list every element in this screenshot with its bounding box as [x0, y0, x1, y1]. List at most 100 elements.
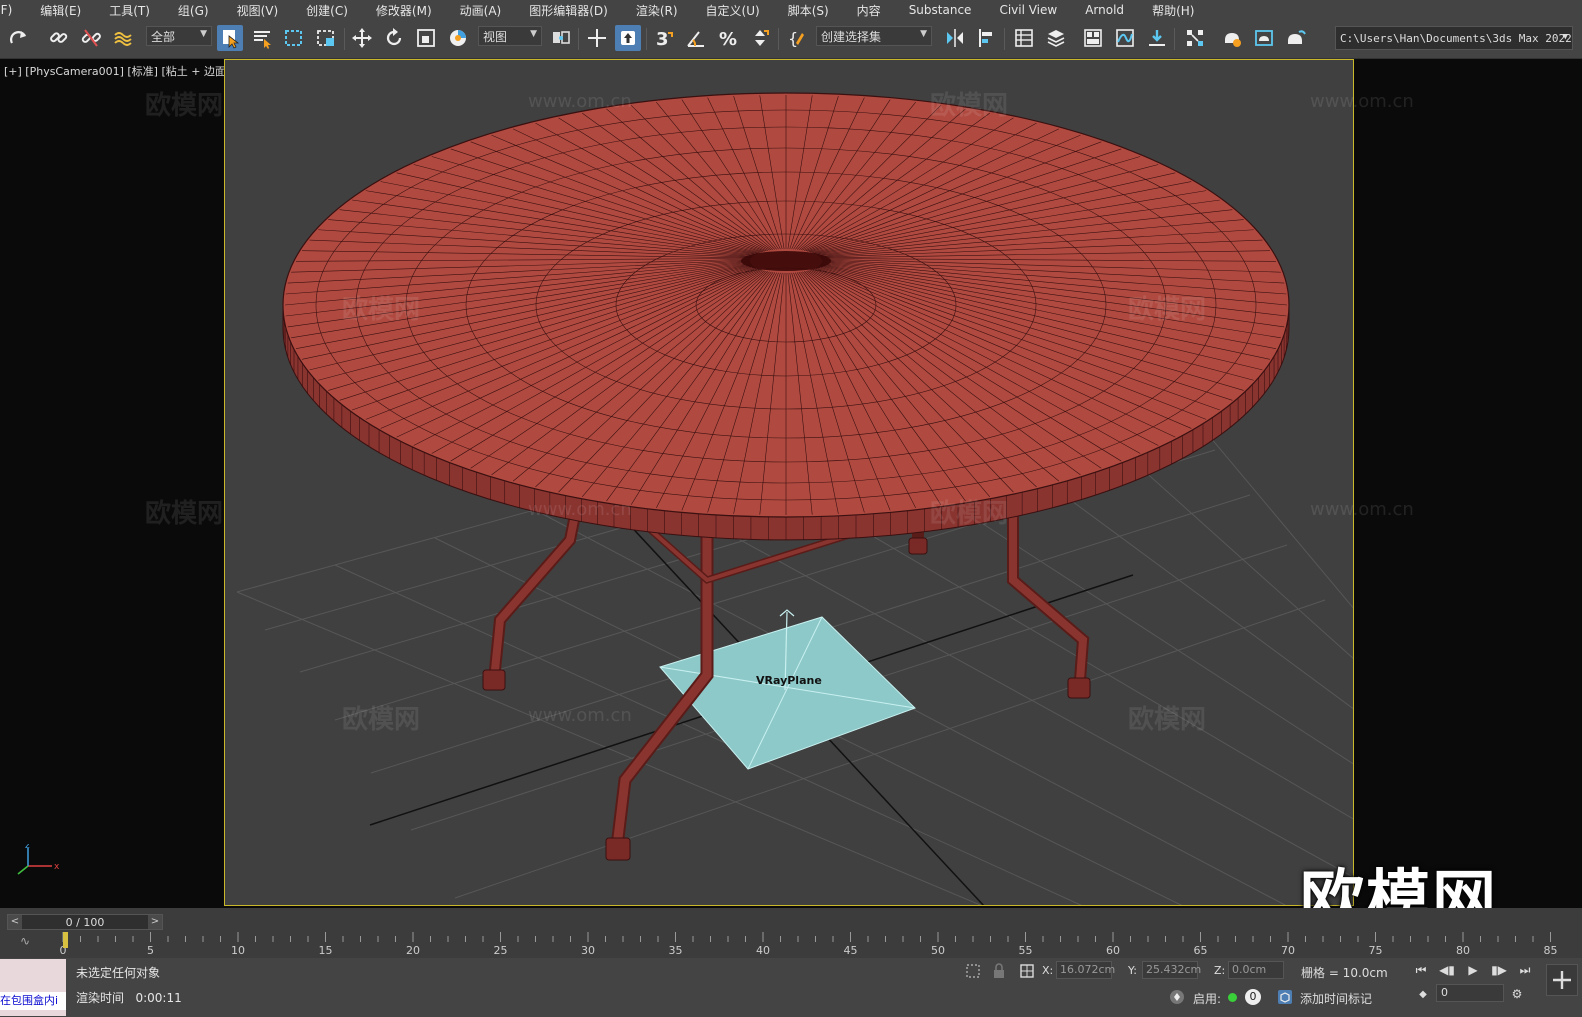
camera-safe-frame: VRayPlane: [224, 59, 1354, 906]
snaps-toggle-icon[interactable]: 3: [651, 25, 677, 51]
time-tag-icon[interactable]: [1276, 988, 1294, 1006]
mirror-icon[interactable]: [942, 25, 968, 51]
menu-item-16[interactable]: 帮助(H): [1140, 2, 1210, 19]
adaptive-degradation-icon[interactable]: [1168, 988, 1186, 1006]
timeline-tick-label: 70: [1281, 944, 1295, 957]
menu-item-13[interactable]: Substance: [897, 3, 988, 17]
watermark: 欧模网: [342, 705, 421, 735]
timeline-tick-label: 55: [1019, 944, 1033, 957]
menu-item-7[interactable]: 动画(A): [448, 2, 518, 19]
y-label: Y:: [1128, 964, 1137, 977]
rotate-icon[interactable]: [381, 25, 407, 51]
watermark: 欧模网: [145, 91, 224, 121]
current-frame-marker[interactable]: [63, 932, 68, 948]
place-icon[interactable]: [445, 25, 471, 51]
next-frame-arrow-icon[interactable]: >: [148, 915, 162, 929]
watermark: 欧模网: [930, 91, 1009, 121]
toggle-scene-explorer-icon[interactable]: [1043, 25, 1069, 51]
mini-curve-editor-icon[interactable]: ∿: [20, 934, 30, 948]
menu-item-3[interactable]: 组(G): [166, 2, 225, 19]
render-production-icon[interactable]: [1283, 25, 1309, 51]
watermark: www.om.cn: [528, 91, 632, 112]
watermark: www.om.cn: [528, 705, 632, 726]
go-to-end-icon[interactable]: ⏭: [1514, 960, 1536, 980]
edit-named-selection-icon[interactable]: {: [784, 25, 810, 51]
pivot-center-icon[interactable]: [548, 25, 574, 51]
timeline-tick-label: 85: [1544, 944, 1558, 957]
timeline-tick-label: 5: [147, 944, 154, 957]
project-path-dropdown[interactable]: C:\Users\Han\Documents\3ds Max 2022 ▼: [1335, 26, 1573, 50]
link-icon[interactable]: [46, 25, 72, 51]
menu-item-1[interactable]: 编辑(E): [28, 2, 97, 19]
menu-item-4[interactable]: 视图(V): [225, 2, 295, 19]
menu-item-6[interactable]: 修改器(M): [364, 2, 448, 19]
unlink-icon[interactable]: [78, 25, 104, 51]
previous-frame-icon[interactable]: ◀▮: [1436, 960, 1458, 980]
enable-count-badge[interactable]: 0: [1245, 989, 1261, 1005]
move-icon[interactable]: [349, 25, 375, 51]
toggle-ribbon-icon[interactable]: [1080, 25, 1106, 51]
next-frame-icon[interactable]: ▮▶: [1488, 960, 1510, 980]
play-icon[interactable]: ▶: [1462, 960, 1484, 980]
rect-selection-icon[interactable]: [281, 25, 307, 51]
redo-icon[interactable]: [6, 25, 32, 51]
status-message: 未选定任何对象: [76, 966, 161, 980]
render-setup-icon[interactable]: [1219, 25, 1245, 51]
percent-snap-icon[interactable]: %: [715, 25, 741, 51]
svg-text:x: x: [54, 862, 60, 872]
menu-item-8[interactable]: 图形编辑器(D): [517, 2, 624, 19]
z-coordinate-field[interactable]: 0.0cm: [1228, 961, 1284, 979]
x-coordinate-field[interactable]: 16.072cm: [1056, 961, 1115, 979]
maxscript-input[interactable]: 在包围盒内i: [0, 992, 66, 1010]
align-icon[interactable]: [974, 25, 1000, 51]
layer-explorer-icon[interactable]: [1011, 25, 1037, 51]
viewport-label[interactable]: [+] [PhysCamera001] [标准] [粘土 + 边面]: [4, 63, 230, 79]
x-label: X:: [1042, 964, 1054, 977]
key-mode-icon[interactable]: ◆: [1412, 984, 1434, 1004]
ref-coord-dropdown[interactable]: 视图 ▼: [478, 26, 542, 46]
spinner-snap-icon[interactable]: [747, 25, 773, 51]
add-time-tag[interactable]: 添加时间标记: [1300, 990, 1372, 1007]
menu-item-14[interactable]: Civil View: [987, 3, 1073, 17]
watermark: www.om.cn: [1310, 91, 1414, 112]
timeline-tick-label: 15: [319, 944, 333, 957]
menu-item-11[interactable]: 脚本(S): [776, 2, 845, 19]
current-frame-field[interactable]: 0: [1436, 984, 1504, 1002]
rendered-frame-window-icon[interactable]: [1251, 25, 1277, 51]
y-coordinate-field[interactable]: 25.432cm: [1142, 961, 1201, 979]
menu-item-10[interactable]: 自定义(U): [694, 2, 776, 19]
material-editor-icon[interactable]: [1182, 25, 1208, 51]
select-manipulate-icon[interactable]: [584, 25, 610, 51]
selection-filter-dropdown[interactable]: 全部 ▼: [146, 26, 212, 46]
time-config-icon[interactable]: ⚙: [1506, 984, 1528, 1004]
window-crossing-icon[interactable]: [313, 25, 339, 51]
time-slider-label: 0 / 100: [65, 915, 105, 929]
menu-item-9[interactable]: 渲染(R): [624, 2, 694, 19]
curve-editor-icon[interactable]: [1112, 25, 1138, 51]
maxscript-listener[interactable]: 在包围盒内i: [0, 959, 66, 1016]
track-bar[interactable]: 0 5 10 15 20 25 30 35 40 45 50 55 60 65 70 75 80 85: [60, 928, 1582, 958]
schematic-view-icon[interactable]: [1144, 25, 1170, 51]
menu-item-15[interactable]: Arnold: [1073, 3, 1140, 17]
menu-item-5[interactable]: 创建(C): [294, 2, 364, 19]
timeline-tick-label: 35: [669, 944, 683, 957]
absolute-mode-icon[interactable]: [1018, 962, 1036, 980]
selection-lock-icon[interactable]: [990, 962, 1008, 980]
bind-spacewarp-icon[interactable]: [110, 25, 136, 51]
menu-item-0[interactable]: (F): [0, 3, 28, 17]
go-to-start-icon[interactable]: ⏮: [1410, 960, 1432, 980]
timeline-tick-label: 40: [756, 944, 770, 957]
select-object-icon[interactable]: [217, 25, 243, 51]
zoom-extents-all-icon[interactable]: [1546, 964, 1578, 996]
select-by-name-icon[interactable]: [249, 25, 275, 51]
isolate-selection-icon[interactable]: [964, 962, 982, 980]
timeline-tick-label: 45: [844, 944, 858, 957]
keyboard-shortcut-override-icon[interactable]: [615, 25, 641, 51]
named-selection-dropdown[interactable]: 创建选择集 ▼: [816, 26, 932, 46]
viewport-area[interactable]: [+] [PhysCamera001] [标准] [粘土 + 边面] VRayP…: [0, 59, 1582, 938]
menu-item-2[interactable]: 工具(T): [97, 2, 166, 19]
prev-frame-arrow-icon[interactable]: <: [8, 915, 22, 929]
angle-snap-icon[interactable]: [683, 25, 709, 51]
scale-icon[interactable]: [413, 25, 439, 51]
menu-item-12[interactable]: 内容: [845, 2, 897, 19]
